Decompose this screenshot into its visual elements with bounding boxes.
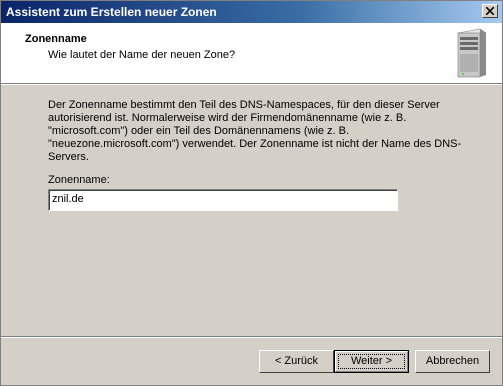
cancel-button[interactable]: Abbrechen bbox=[415, 350, 490, 373]
header-title: Zonenname bbox=[25, 33, 87, 45]
back-button[interactable]: < Zurück bbox=[259, 350, 334, 373]
header-subtitle: Wie lautet der Name der neuen Zone? bbox=[48, 49, 236, 61]
server-icon bbox=[457, 28, 487, 78]
wizard-header: Zonenname Wie lautet der Name der neuen … bbox=[1, 23, 502, 84]
next-button[interactable]: Weiter > bbox=[334, 350, 409, 373]
description-text: Der Zonenname bestimmt den Teil des DNS-… bbox=[48, 99, 462, 163]
back-button-label: < Zurück bbox=[274, 355, 319, 367]
zone-name-input[interactable]: znil.de bbox=[48, 189, 398, 211]
wizard-window: Assistent zum Erstellen neuer Zonen Zone… bbox=[0, 0, 503, 386]
zone-name-value: znil.de bbox=[52, 193, 84, 205]
next-button-label: Weiter > bbox=[350, 355, 393, 367]
cancel-button-label: Abbrechen bbox=[425, 355, 480, 367]
close-icon bbox=[486, 7, 494, 15]
header-divider bbox=[1, 84, 502, 85]
window-title: Assistent zum Erstellen neuer Zonen bbox=[6, 5, 217, 19]
close-button[interactable] bbox=[482, 4, 498, 18]
input-bevel bbox=[49, 190, 397, 210]
footer-divider-highlight bbox=[1, 337, 502, 338]
title-bar[interactable]: Assistent zum Erstellen neuer Zonen bbox=[1, 1, 502, 23]
zone-name-label: Zonenname: bbox=[48, 174, 110, 186]
